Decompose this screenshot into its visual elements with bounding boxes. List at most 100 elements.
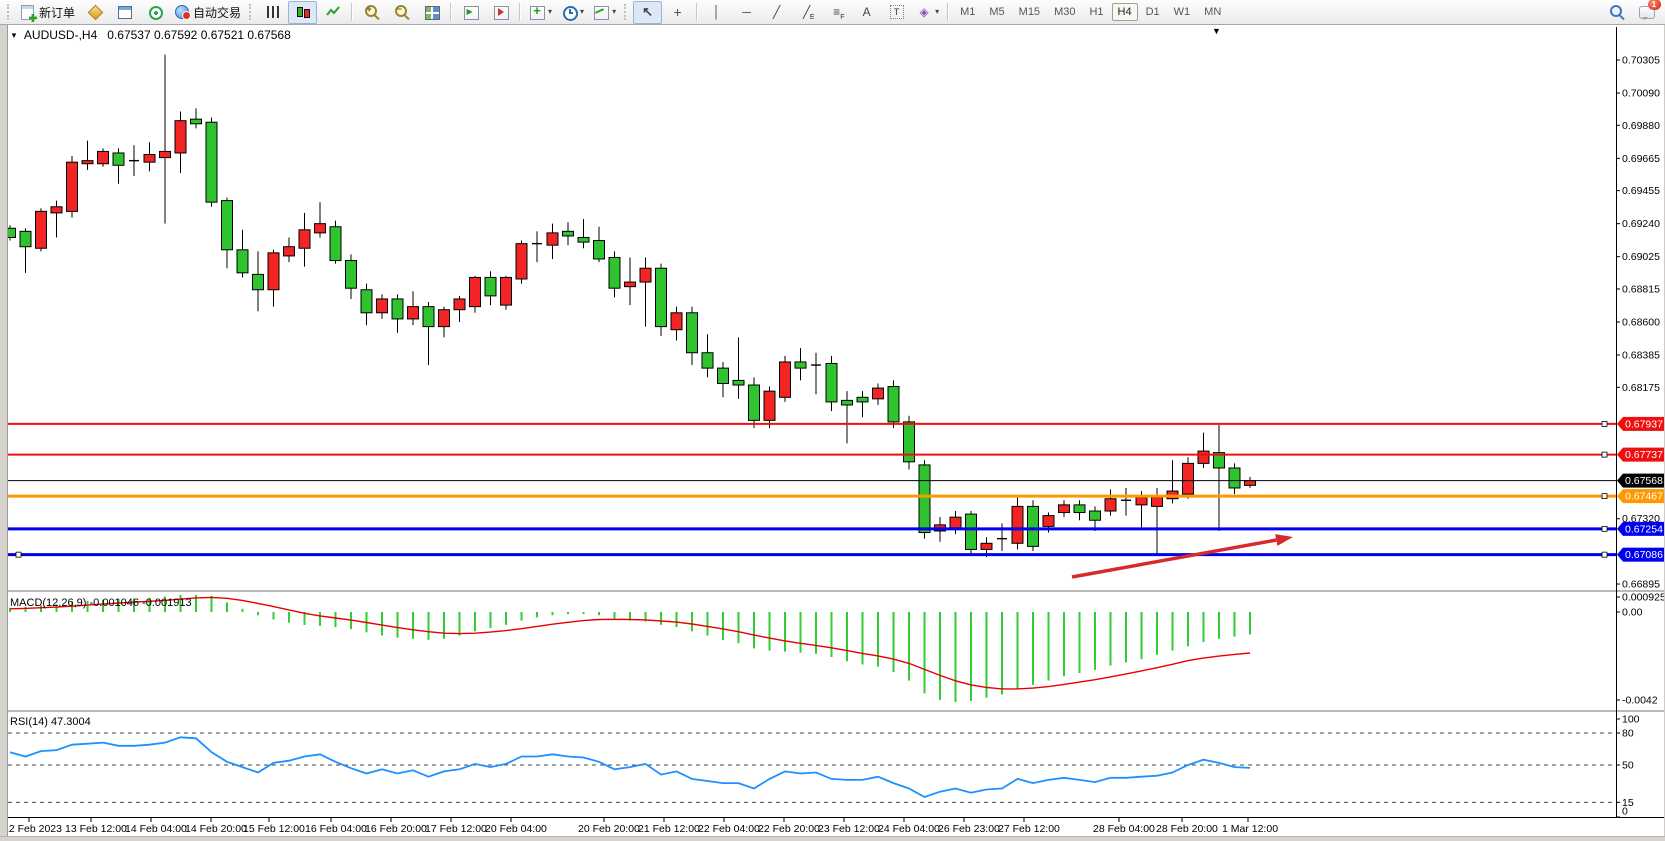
date-label: 20 Feb 20:00 (578, 823, 640, 835)
macd-histogram-bar (1032, 612, 1034, 685)
macd-histogram-bar (815, 612, 817, 654)
timeframe-M5[interactable]: M5 (983, 3, 1010, 21)
timeframe-MN[interactable]: MN (1198, 3, 1227, 21)
macd-label: MACD(12,26,9) -0.001046 -0.001913 (10, 597, 192, 609)
axis-tick-label: 0.68175 (1622, 382, 1660, 394)
line-handle[interactable] (1602, 452, 1607, 457)
timeframe-H1[interactable]: H1 (1083, 3, 1109, 21)
bull-candle (671, 313, 682, 330)
bull-candle (950, 517, 961, 528)
macd-histogram-bar (397, 612, 399, 638)
date-label: 16 Feb 20:00 (365, 823, 427, 835)
macd-histogram-bar (1234, 612, 1236, 637)
macd-histogram-bar (722, 612, 724, 640)
window-frame-left (0, 25, 8, 841)
indicators-icon: + (529, 4, 545, 20)
macd-histogram-bar (242, 609, 244, 612)
fibonacci-button[interactable]: ≡F (822, 1, 851, 24)
axis-tick-label: 0.68815 (1622, 283, 1660, 295)
chart-title-bar[interactable]: ▼ AUDUSD-,H4 0.67537 0.67592 0.67521 0.6… (10, 27, 299, 43)
bear-candle (578, 237, 589, 242)
navigator-button[interactable] (140, 1, 169, 24)
candlestick-chart-button[interactable] (288, 1, 317, 24)
tile-windows-button[interactable] (417, 1, 446, 24)
new-order-button[interactable]: 新订单 (16, 1, 79, 24)
macd-histogram-bar (490, 612, 492, 628)
bear-candle (1028, 506, 1039, 546)
line-handle[interactable] (1602, 552, 1607, 557)
periods-button[interactable]: ▾ (557, 1, 588, 24)
timeframe-H4[interactable]: H4 (1112, 3, 1138, 21)
autotrade-label: 自动交易 (193, 4, 241, 21)
bear-candle (563, 231, 574, 236)
search-icon (1609, 4, 1625, 20)
timeframe-M30[interactable]: M30 (1048, 3, 1081, 21)
chart-background[interactable] (8, 26, 1665, 837)
bear-candle (1090, 511, 1101, 520)
timeframe-M1[interactable]: M1 (954, 3, 981, 21)
channel-button[interactable]: ╱E (792, 1, 821, 24)
arrows-icon: ◈ (916, 4, 932, 20)
cursor-button[interactable]: ↖ (633, 1, 662, 24)
bear-candle (361, 290, 372, 313)
toolbar-separator (696, 3, 698, 21)
vertical-line-icon: │ (709, 4, 725, 20)
macd-histogram-bar (1172, 612, 1174, 651)
bull-candle (299, 230, 310, 248)
autotrade-icon (174, 4, 190, 20)
search-button[interactable] (1602, 1, 1631, 24)
chart-shift-button[interactable] (486, 1, 515, 24)
main-toolbar: 新订单 自动交易 + − ▶ +▾ ▾ ▾ ↖ + │ ─ ╱ ╱E ≡F A … (0, 0, 1665, 25)
line-handle[interactable] (1602, 421, 1607, 426)
trendline-button[interactable]: ╱ (762, 1, 791, 24)
vertical-line-button[interactable]: │ (702, 1, 731, 24)
date-label: 20 Feb 04:00 (485, 823, 547, 835)
axis-tick-label: 0.69240 (1622, 218, 1660, 230)
macd-histogram-bar (598, 612, 600, 615)
bar-chart-button[interactable] (258, 1, 287, 24)
horizontal-line-icon: ─ (739, 4, 755, 20)
macd-histogram-bar (505, 612, 507, 625)
macd-histogram-bar (226, 602, 228, 612)
axis-tick-label: -0.0042 (1622, 695, 1658, 707)
text-button[interactable]: A (852, 1, 881, 24)
price-badge-label: 0.67467 (1625, 491, 1663, 503)
bear-candle (904, 422, 915, 462)
cursor-icon: ↖ (640, 4, 656, 20)
market-watch-button[interactable] (80, 1, 109, 24)
horizontal-line-button[interactable]: ─ (732, 1, 761, 24)
line-chart-button[interactable] (318, 1, 347, 24)
text-label-button[interactable]: T (882, 1, 911, 24)
data-window-button[interactable] (110, 1, 139, 24)
auto-scroll-icon: ▶ (463, 4, 479, 20)
timeframe-D1[interactable]: D1 (1140, 3, 1166, 21)
indicators-button[interactable]: +▾ (525, 1, 556, 24)
price-badge-label: 0.67737 (1625, 449, 1663, 461)
toolbar-grip (249, 4, 254, 20)
axis-tick-label: 100 (1622, 714, 1640, 726)
bull-candle (1012, 506, 1023, 543)
timeframe-M15[interactable]: M15 (1013, 3, 1046, 21)
zoom-out-button[interactable]: − (387, 1, 416, 24)
chart-menu-arrow-icon[interactable]: ▼ (1212, 26, 1221, 36)
templates-button[interactable]: ▾ (589, 1, 620, 24)
chart-canvas[interactable]: 0.703050.700900.698800.696650.694550.692… (0, 0, 1665, 841)
arrows-button[interactable]: ◈▾ (912, 1, 943, 24)
line-handle[interactable] (1602, 494, 1607, 499)
toolbar-grip (624, 4, 629, 20)
bull-candle (67, 162, 78, 211)
date-label: 28 Feb 20:00 (1156, 823, 1218, 835)
zoom-in-button[interactable]: + (357, 1, 386, 24)
crosshair-button[interactable]: + (663, 1, 692, 24)
chevron-down-icon: ▼ (10, 31, 18, 40)
axis-tick-label: 0 (1622, 806, 1628, 818)
line-handle[interactable] (16, 552, 21, 557)
bear-candle (842, 400, 853, 405)
bull-candle (1198, 451, 1209, 463)
auto-scroll-button[interactable]: ▶ (456, 1, 485, 24)
line-handle[interactable] (1602, 526, 1607, 531)
timeframe-W1[interactable]: W1 (1168, 3, 1197, 21)
autotrade-button[interactable]: 自动交易 (170, 1, 245, 24)
macd-histogram-bar (831, 612, 833, 657)
notifications-button[interactable]: 1 (1632, 1, 1661, 24)
